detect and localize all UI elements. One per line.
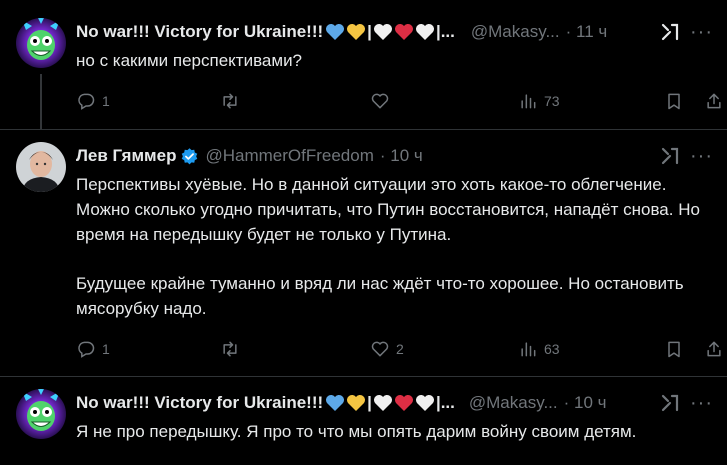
reply-button[interactable]: 1 bbox=[76, 90, 110, 112]
reply-count: 1 bbox=[102, 93, 110, 109]
views-icon bbox=[521, 342, 536, 357]
header-actions: ··· bbox=[660, 392, 713, 414]
tweet[interactable]: No war!!! Victory for Ukraine!!! | | ...… bbox=[0, 0, 727, 129]
white-heart-icon bbox=[415, 24, 434, 40]
name-ellipsis: ... bbox=[440, 393, 455, 412]
retweet-button[interactable] bbox=[220, 338, 240, 360]
tweet-paragraph: Будущее крайне туманно и вряд ли нас ждё… bbox=[76, 274, 684, 318]
timestamp[interactable]: · 10 ч bbox=[564, 393, 607, 413]
thread-line bbox=[40, 74, 42, 129]
heart-icon bbox=[371, 341, 389, 357]
bookmark-button[interactable] bbox=[664, 338, 684, 360]
more-icon[interactable]: ··· bbox=[690, 393, 713, 413]
name-emoji: | | bbox=[325, 393, 441, 413]
avatar[interactable] bbox=[16, 18, 66, 68]
share-icon bbox=[707, 341, 721, 357]
handle[interactable]: @Makasy... bbox=[469, 393, 558, 413]
views-icon bbox=[521, 94, 536, 109]
views-count: 73 bbox=[544, 93, 560, 109]
yellow-heart-icon bbox=[347, 395, 366, 411]
action-bar: 1 2 63 bbox=[76, 338, 721, 360]
retweet-icon bbox=[223, 341, 237, 357]
tweet-text: Перспективы хуёвые. Но в данной ситуации… bbox=[76, 172, 713, 321]
handle[interactable]: @HammerOfFreedom bbox=[205, 146, 373, 166]
reply-icon bbox=[78, 93, 95, 110]
verified-badge-icon[interactable] bbox=[180, 147, 199, 166]
display-name[interactable]: No war!!! Victory for Ukraine!!! bbox=[76, 393, 323, 413]
blue-heart-icon bbox=[326, 395, 345, 411]
grok-icon[interactable] bbox=[660, 146, 680, 166]
grok-icon[interactable] bbox=[660, 393, 680, 413]
name-ellipsis: ... bbox=[440, 22, 455, 41]
grok-icon[interactable] bbox=[660, 22, 680, 42]
views-count: 63 bbox=[544, 341, 560, 357]
reply-button[interactable]: 1 bbox=[76, 338, 110, 360]
name-emoji: | | bbox=[325, 22, 441, 42]
bookmark-icon bbox=[668, 93, 680, 110]
display-name[interactable]: No war!!! Victory for Ukraine!!! bbox=[76, 22, 323, 42]
header-actions: ··· bbox=[660, 21, 713, 43]
tweet-header: Лев Гяммер @HammerOfFreedom · 10 ч bbox=[76, 145, 711, 167]
retweet-button[interactable] bbox=[220, 90, 240, 112]
views-button[interactable]: 73 bbox=[518, 90, 560, 112]
tweet-paragraph: Перспективы хуёвые. Но в данной ситуации… bbox=[76, 175, 700, 244]
timestamp[interactable]: · 10 ч bbox=[380, 146, 423, 166]
white-heart-icon bbox=[373, 24, 392, 40]
red-heart-icon bbox=[394, 24, 413, 40]
timestamp[interactable]: · 11 ч bbox=[566, 22, 608, 42]
action-bar: 1 73 bbox=[76, 90, 721, 112]
reply-icon bbox=[78, 341, 95, 358]
tweet-header: No war!!! Victory for Ukraine!!! | | ...… bbox=[76, 21, 711, 43]
avatar[interactable] bbox=[16, 142, 66, 192]
header-actions: ··· bbox=[660, 145, 713, 167]
more-icon[interactable]: ··· bbox=[690, 22, 713, 42]
views-button[interactable]: 63 bbox=[518, 338, 560, 360]
like-button[interactable]: 2 bbox=[370, 338, 404, 360]
like-count: 2 bbox=[396, 341, 404, 357]
separator-bar: | bbox=[367, 22, 372, 41]
tweet[interactable]: Лев Гяммер @HammerOfFreedom · 10 ч ··· П… bbox=[0, 129, 727, 376]
retweet-icon bbox=[223, 93, 237, 109]
tweet-text: Я не про передышку. Я про то что мы опят… bbox=[76, 419, 713, 444]
white-heart-icon bbox=[415, 395, 434, 411]
red-heart-icon bbox=[394, 395, 413, 411]
display-name[interactable]: Лев Гяммер bbox=[76, 146, 176, 166]
blue-heart-icon bbox=[326, 24, 345, 40]
share-button[interactable] bbox=[704, 338, 724, 360]
avatar[interactable] bbox=[16, 389, 66, 439]
share-icon bbox=[707, 93, 721, 109]
yellow-heart-icon bbox=[347, 24, 366, 40]
reply-count: 1 bbox=[102, 341, 110, 357]
tweet-paragraph: Я не про передышку. Я про то что мы опят… bbox=[76, 422, 637, 441]
tweet-paragraph: но с какими перспективами? bbox=[76, 51, 303, 70]
tweet-text: но с какими перспективами? bbox=[76, 48, 713, 73]
separator-bar: | bbox=[367, 393, 372, 412]
white-heart-icon bbox=[373, 395, 392, 411]
share-button[interactable] bbox=[704, 90, 724, 112]
handle[interactable]: @Makasy... bbox=[471, 22, 560, 42]
tweet[interactable]: No war!!! Victory for Ukraine!!! | | ...… bbox=[0, 376, 727, 465]
more-icon[interactable]: ··· bbox=[690, 146, 713, 166]
heart-icon bbox=[371, 93, 389, 109]
tweet-header: No war!!! Victory for Ukraine!!! | | ...… bbox=[76, 392, 711, 414]
bookmark-icon bbox=[668, 341, 680, 358]
bookmark-button[interactable] bbox=[664, 90, 684, 112]
like-button[interactable] bbox=[370, 90, 390, 112]
